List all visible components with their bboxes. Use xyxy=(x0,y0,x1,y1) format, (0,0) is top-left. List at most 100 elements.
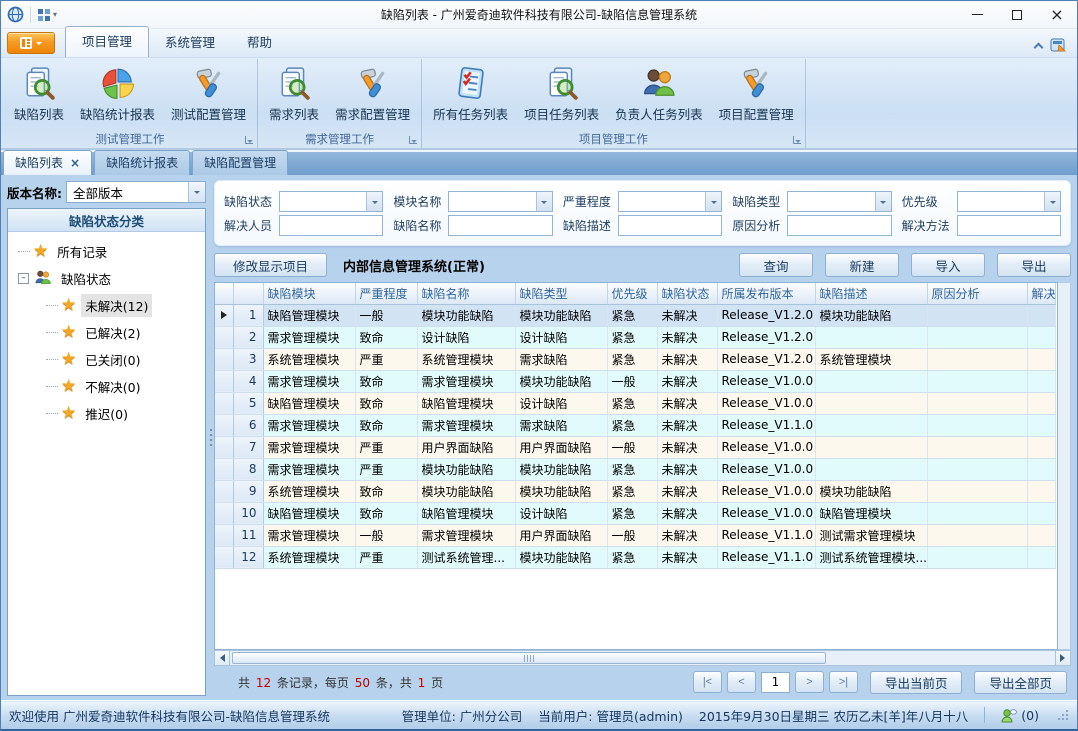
table-row[interactable]: 5缺陷管理模块致命缺陷管理模块设计缺陷紧急未解决Release_V1.0.0 xyxy=(215,392,1055,414)
tree-item-wontfix[interactable]: ★不解决(0) xyxy=(10,373,203,400)
defect-name-input[interactable] xyxy=(448,215,552,236)
defect-desc-input[interactable] xyxy=(618,215,722,236)
cause-analysis-input[interactable] xyxy=(787,215,891,236)
ribbon-tab-system-management[interactable]: 系统管理 xyxy=(149,27,231,57)
tree-item-unresolved[interactable]: ★未解决(12) xyxy=(10,292,203,319)
tree-item-defect-status[interactable]: –缺陷状态 xyxy=(10,265,203,292)
ribbon-button-owner-tasks-list[interactable]: 负责人任务列表 xyxy=(607,60,711,130)
ribbon-button-requirement-list[interactable]: 需求列表 xyxy=(261,60,327,130)
tree-expander-icon[interactable]: – xyxy=(18,273,29,284)
defect-status-tree: ★所有记录–缺陷状态★未解决(12)★已解决(2)★已关闭(0)★不解决(0)★… xyxy=(8,232,205,695)
column-header-5[interactable]: 缺陷状态 xyxy=(657,283,717,304)
table-cell: 严重 xyxy=(355,436,417,458)
ribbon-button-requirement-config-mgmt[interactable]: 需求配置管理 xyxy=(327,60,418,130)
export-button[interactable]: 导出 xyxy=(997,253,1071,277)
version-select[interactable]: 全部版本 xyxy=(66,181,206,203)
vertical-scrollbar[interactable] xyxy=(1058,282,1071,650)
column-header-3[interactable]: 缺陷类型 xyxy=(515,283,607,304)
filter-select-button[interactable] xyxy=(536,192,552,211)
filter-select-button[interactable] xyxy=(1044,192,1060,211)
ribbon-button-project-config-mgmt[interactable]: 项目配置管理 xyxy=(711,60,802,130)
tree-item-postponed[interactable]: ★推迟(0) xyxy=(10,400,203,427)
priority-select[interactable] xyxy=(957,191,1061,212)
table-cell: 模块功能缺陷 xyxy=(515,480,607,502)
tree-item-resolved[interactable]: ★已解决(2) xyxy=(10,319,203,346)
chevron-down-icon xyxy=(711,201,717,207)
table-row[interactable]: 6需求管理模块致命需求管理模块需求缺陷紧急未解决Release_V1.1.0 xyxy=(215,414,1055,436)
defect-type-select[interactable] xyxy=(787,191,891,212)
prev-page-button[interactable]: < xyxy=(727,671,756,693)
import-button[interactable]: 导入 xyxy=(911,253,985,277)
tree-item-closed[interactable]: ★已关闭(0) xyxy=(10,346,203,373)
page-number-input[interactable] xyxy=(761,672,790,693)
hscroll-thumb[interactable] xyxy=(232,652,826,664)
ribbon-tab-help[interactable]: 帮助 xyxy=(231,27,288,57)
table-row[interactable]: 4需求管理模块致命需求管理模块模块功能缺陷一般未解决Release_V1.0.0 xyxy=(215,370,1055,392)
minimize-button[interactable] xyxy=(957,1,997,28)
module-name-select[interactable] xyxy=(448,191,552,212)
application-menu-button[interactable] xyxy=(7,32,55,54)
defect-status-select[interactable] xyxy=(279,191,383,212)
modify-display-items-button[interactable]: 修改显示项目 xyxy=(214,253,327,277)
scroll-right-button[interactable] xyxy=(1055,650,1071,666)
hscroll-track[interactable] xyxy=(230,650,1055,666)
column-header-2[interactable]: 缺陷名称 xyxy=(417,283,515,304)
ribbon-button-defect-stats-report[interactable]: 缺陷统计报表 xyxy=(72,60,163,130)
export-all-pages-button[interactable]: 导出全部页 xyxy=(974,671,1067,694)
dialog-launcher-icon[interactable] xyxy=(409,136,417,144)
new-button[interactable]: 新建 xyxy=(825,253,899,277)
version-select-button[interactable] xyxy=(188,182,205,202)
row-number-cell: 11 xyxy=(233,524,263,546)
doc-tab-defect-list[interactable]: 缺陷列表× xyxy=(3,150,92,175)
quick-access-icon[interactable]: ▾ xyxy=(37,8,57,22)
ribbon-tab-project-management[interactable]: 项目管理 xyxy=(65,26,149,57)
dialog-launcher-icon[interactable] xyxy=(245,136,253,144)
tree-item-all-records[interactable]: ★所有记录 xyxy=(10,238,203,265)
doc-tab-defect-stats-report[interactable]: 缺陷统计报表 xyxy=(94,150,190,175)
close-button[interactable]: × xyxy=(1037,1,1077,28)
column-header-0[interactable]: 缺陷模块 xyxy=(263,283,355,304)
doc-tab-defect-config-mgmt[interactable]: 缺陷配置管理 xyxy=(192,150,288,175)
table-row[interactable]: 9系统管理模块致命模块功能缺陷模块功能缺陷紧急未解决Release_V1.0.0… xyxy=(215,480,1055,502)
table-row[interactable]: 2需求管理模块致命设计缺陷设计缺陷紧急未解决Release_V1.2.0 xyxy=(215,326,1055,348)
table-row[interactable]: 1缺陷管理模块一般模块功能缺陷模块功能缺陷紧急未解决Release_V1.2.0… xyxy=(215,304,1055,326)
first-page-button[interactable]: |< xyxy=(693,671,722,693)
column-header-4[interactable]: 优先级 xyxy=(607,283,657,304)
severity-select[interactable] xyxy=(618,191,722,212)
table-row[interactable]: 12系统管理模块严重测试系统管理...模块功能缺陷紧急未解决Release_V1… xyxy=(215,546,1055,568)
ribbon-button-defect-list[interactable]: 缺陷列表 xyxy=(6,60,72,130)
last-page-button[interactable]: >| xyxy=(829,671,858,693)
solution-input[interactable] xyxy=(957,215,1061,236)
column-header-7[interactable]: 缺陷描述 xyxy=(815,283,927,304)
horizontal-scrollbar[interactable] xyxy=(214,650,1071,666)
table-row[interactable]: 8需求管理模块严重模块功能缺陷模块功能缺陷紧急未解决Release_V1.0.0 xyxy=(215,458,1055,480)
message-indicator[interactable]: (0) xyxy=(1001,708,1039,723)
column-header-8[interactable]: 原因分析 xyxy=(927,283,1027,304)
scroll-left-button[interactable] xyxy=(214,650,230,666)
dialog-launcher-icon[interactable] xyxy=(793,136,801,144)
tab-close-icon[interactable]: × xyxy=(70,158,80,168)
resolver-input[interactable] xyxy=(279,215,383,236)
table-row[interactable]: 10缺陷管理模块致命缺陷管理模块设计缺陷紧急未解决Release_V1.0.0缺… xyxy=(215,502,1055,524)
resize-grip[interactable] xyxy=(1057,709,1069,721)
about-icon[interactable] xyxy=(1050,37,1067,53)
ribbon-button-all-tasks-list[interactable]: 所有任务列表 xyxy=(425,60,516,130)
column-header-6[interactable]: 所属发布版本 xyxy=(717,283,815,304)
query-button[interactable]: 查询 xyxy=(739,253,813,277)
collapse-ribbon-icon[interactable] xyxy=(1034,42,1044,52)
filter-select-button[interactable] xyxy=(366,192,382,211)
filter-label: 模块名称 xyxy=(393,193,443,210)
filter-select-button[interactable] xyxy=(705,192,721,211)
column-header-9[interactable]: 解决方法 xyxy=(1027,283,1055,304)
next-page-button[interactable]: > xyxy=(795,671,824,693)
table-cell: 用户界面缺陷 xyxy=(417,436,515,458)
table-row[interactable]: 3系统管理模块严重系统管理模块需求缺陷紧急未解决Release_V1.2.0系统… xyxy=(215,348,1055,370)
filter-select-button[interactable] xyxy=(875,192,891,211)
column-header-1[interactable]: 严重程度 xyxy=(355,283,417,304)
maximize-button[interactable] xyxy=(997,1,1037,28)
ribbon-button-project-tasks-list[interactable]: 项目任务列表 xyxy=(516,60,607,130)
export-current-page-button[interactable]: 导出当前页 xyxy=(870,671,963,694)
table-row[interactable]: 7需求管理模块严重用户界面缺陷用户界面缺陷一般未解决Release_V1.0.0 xyxy=(215,436,1055,458)
ribbon-button-test-config-mgmt[interactable]: 测试配置管理 xyxy=(163,60,254,130)
table-row[interactable]: 11需求管理模块一般需求管理模块用户界面缺陷一般未解决Release_V1.1.… xyxy=(215,524,1055,546)
